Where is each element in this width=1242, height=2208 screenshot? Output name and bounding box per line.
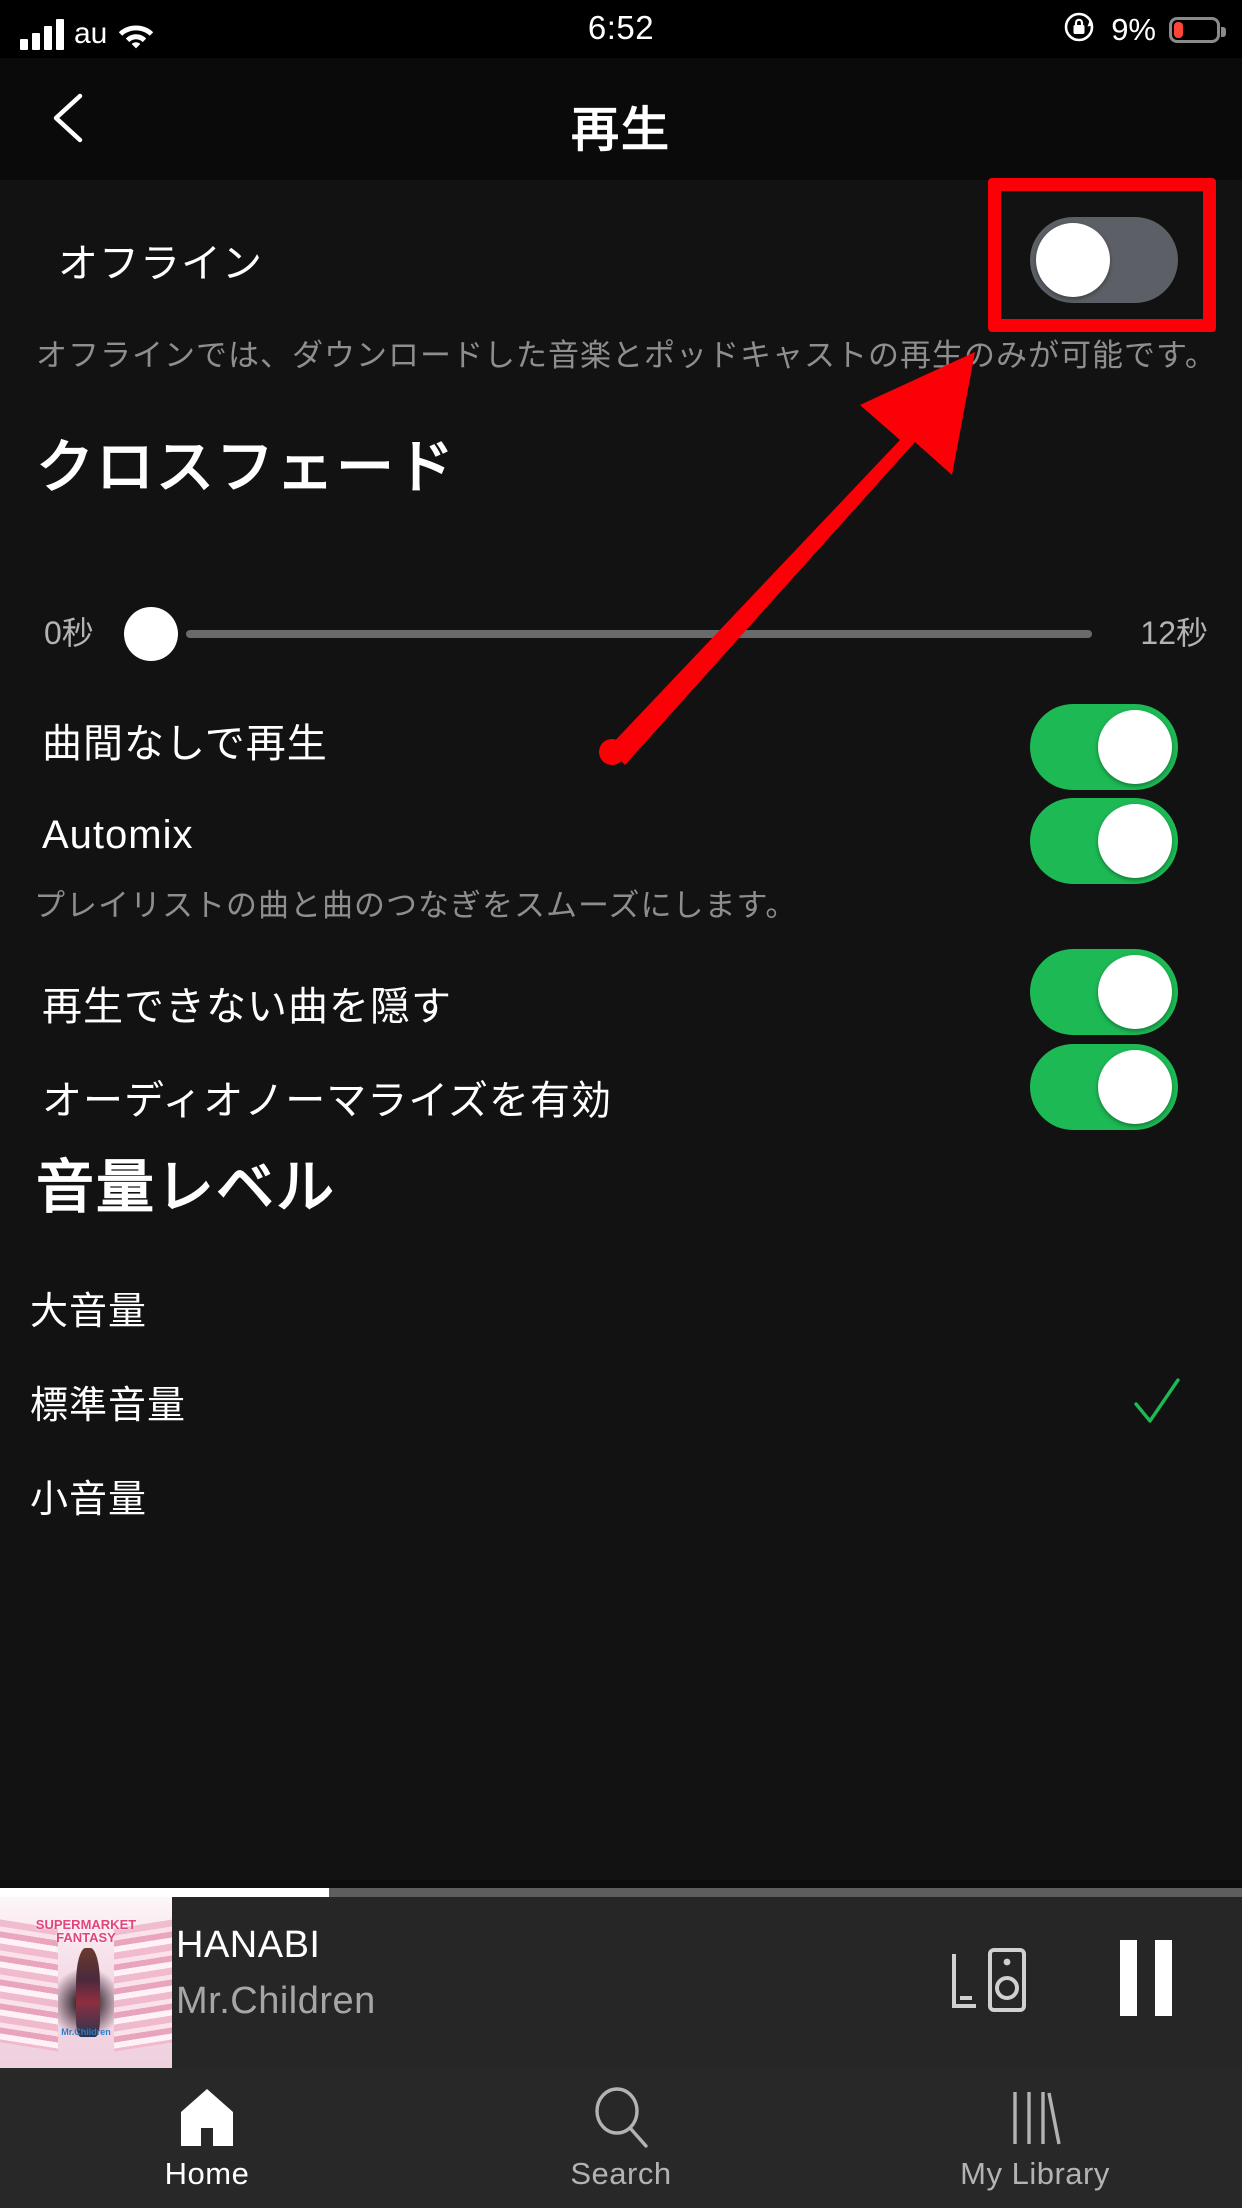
rotation-lock-icon [1060, 8, 1098, 51]
automix-description: プレイリストの曲と曲のつなぎをスムーズにします。 [34, 888, 798, 923]
crossfade-slider-knob[interactable] [124, 607, 178, 661]
volume-option-label: 標準音量 [30, 1384, 187, 1427]
now-playing-artist: Mr.Children [176, 1980, 376, 2022]
playback-progress-bar[interactable] [0, 1888, 1242, 1897]
gapless-label: 曲間なしで再生 [42, 722, 328, 766]
volume-option-loud[interactable]: 大音量 [0, 1262, 1242, 1352]
now-playing-track-title: HANABI [176, 1924, 321, 1966]
tab-label: Home [164, 2156, 250, 2191]
crossfade-section-title: クロスフェード [36, 435, 457, 500]
battery-low-icon [1169, 16, 1226, 43]
nav-bar: 再生 [0, 58, 1242, 180]
bottom-tab-bar: Home Search My Library [0, 2068, 1242, 2208]
toggle-knob [1098, 1050, 1172, 1124]
toggle-knob [1098, 804, 1172, 878]
volume-section-title: 音量レベル [36, 1155, 337, 1220]
volume-option-label: 大音量 [30, 1290, 148, 1333]
tab-home[interactable]: Home [0, 2068, 414, 2208]
toggle-knob [1098, 955, 1172, 1029]
settings-content: オフライン オフラインでは、ダウンロードした音楽とポッドキャストの再生のみが可能… [0, 180, 1242, 1880]
crossfade-slider-min-label: 0秒 [44, 615, 94, 651]
album-cover-title: SUPERMARKET FANTASY [35, 1916, 137, 1946]
battery-percent-label: 9% [1111, 11, 1156, 47]
volume-option-quiet[interactable]: 小音量 [0, 1450, 1242, 1540]
crossfade-slider[interactable]: 0秒 12秒 [0, 580, 1242, 670]
status-bar: au 6:52 9% [0, 0, 1242, 58]
status-bar-right: 9% [1060, 8, 1226, 51]
volume-option-label: 小音量 [30, 1478, 148, 1521]
audio-normalize-label: オーディオノーマライズを有効 [42, 1079, 612, 1123]
pause-button[interactable] [1120, 1940, 1192, 2016]
tab-search[interactable]: Search [414, 2068, 828, 2208]
hide-unplayable-label: 再生できない曲を隠す [42, 985, 452, 1029]
now-playing-bar[interactable]: SUPERMARKET FANTASY Mr.Children HANABI M… [0, 1888, 1242, 2068]
search-icon [591, 2084, 651, 2150]
toggle-knob [1098, 710, 1172, 784]
playback-progress-fill [0, 1888, 330, 1897]
library-icon [1005, 2084, 1065, 2150]
offline-description: オフラインでは、ダウンロードした音楽とポッドキャストの再生のみが可能です。 [36, 338, 1217, 373]
connect-to-device-icon[interactable] [950, 1944, 1028, 2016]
audio-normalize-toggle[interactable] [1030, 1044, 1178, 1130]
tab-label: Search [570, 2156, 672, 2191]
gapless-toggle[interactable] [1030, 704, 1178, 790]
album-art[interactable]: SUPERMARKET FANTASY Mr.Children [0, 1897, 172, 2068]
automix-toggle[interactable] [1030, 798, 1178, 884]
album-cover-artist: Mr.Children [61, 2026, 111, 2037]
status-bar-clock: 6:52 [587, 9, 655, 46]
album-art-detail [75, 1948, 100, 2038]
crossfade-slider-max-label: 12秒 [1140, 615, 1208, 651]
crossfade-slider-track[interactable] [186, 630, 1092, 638]
hide-unplayable-toggle[interactable] [1030, 949, 1178, 1035]
volume-option-normal[interactable]: 標準音量 [0, 1356, 1242, 1446]
automix-label: Automix [42, 812, 194, 857]
page-title: 再生 [570, 104, 671, 157]
toggle-knob [1036, 223, 1110, 297]
offline-label: オフライン [58, 242, 263, 286]
tab-my-library[interactable]: My Library [828, 2068, 1242, 2208]
app-screen: au 6:52 9% 再生 オフライン オフラインでは、ダウンロードした音楽とポ… [0, 0, 1242, 2208]
offline-toggle[interactable] [1030, 217, 1178, 303]
tab-label: My Library [960, 2156, 1110, 2191]
checkmark-icon [1132, 1376, 1182, 1437]
home-icon [177, 2084, 237, 2150]
